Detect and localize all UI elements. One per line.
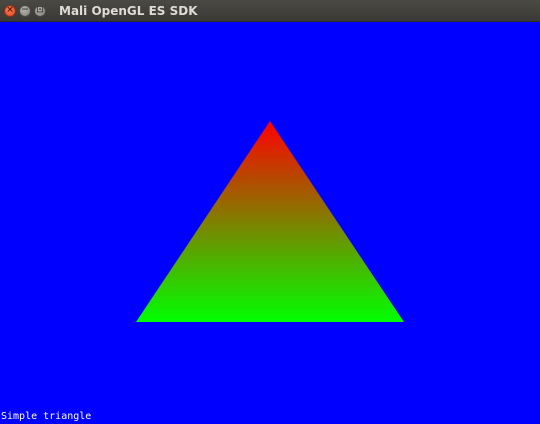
minimize-button[interactable]: − bbox=[19, 4, 31, 17]
close-icon: × bbox=[6, 5, 14, 15]
window-controls: × − ⊡ bbox=[4, 4, 49, 17]
maximize-button[interactable]: ⊡ bbox=[34, 4, 46, 17]
maximize-icon: ⊡ bbox=[36, 5, 44, 15]
status-label: Simple triangle bbox=[1, 411, 92, 422]
minimize-icon: − bbox=[21, 5, 29, 15]
render-canvas bbox=[136, 121, 404, 322]
window-title: Mali OpenGL ES SDK bbox=[59, 3, 198, 18]
triangle bbox=[136, 121, 404, 322]
gl-viewport[interactable]: Simple triangle bbox=[0, 22, 540, 424]
title-bar[interactable]: × − ⊡ Mali OpenGL ES SDK bbox=[0, 0, 540, 22]
close-button[interactable]: × bbox=[4, 4, 16, 17]
